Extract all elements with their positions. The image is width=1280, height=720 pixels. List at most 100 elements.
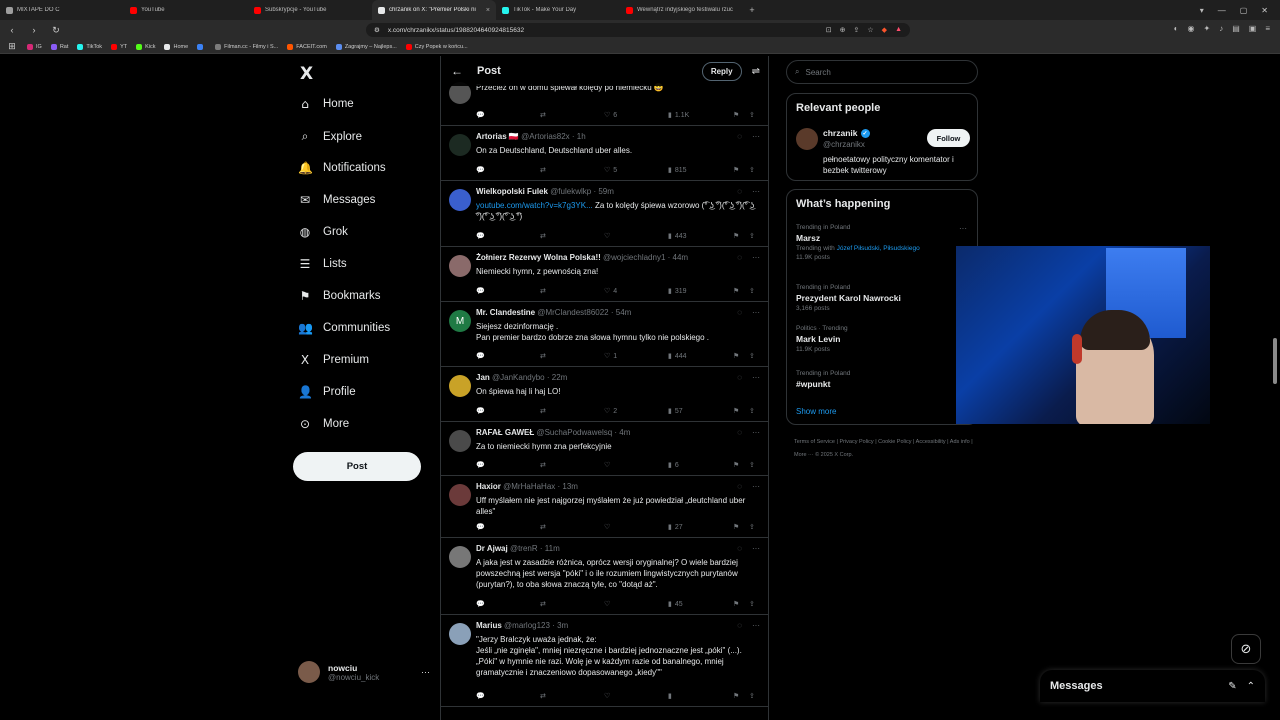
views-button[interactable]: ▮ 1.1K	[668, 111, 733, 119]
reply-button[interactable]: 💬	[476, 287, 540, 295]
reply-post[interactable]: Wielkopolski Fulek @fulekwlkp · 59m ◌ ··· y…	[441, 181, 768, 247]
nav-premium[interactable]: X Premium	[298, 353, 369, 367]
bookmark-item[interactable]: YT	[111, 43, 127, 50]
reply-author-name[interactable]: Żołnierz Rezerwy Wolna Polska!!	[476, 253, 601, 262]
extension-icon[interactable]: ◐	[1174, 24, 1179, 33]
retweet-button[interactable]: ⇄	[540, 232, 604, 240]
messages-drawer[interactable]: Messages ✎ ⌃	[1040, 670, 1265, 702]
share-icon[interactable]: ⇪	[749, 232, 755, 240]
trend-item[interactable]: Trending in Poland #wpunkt	[796, 370, 971, 389]
search-input[interactable]: Search	[805, 68, 830, 77]
close-icon[interactable]: ×	[486, 7, 490, 14]
reply-author-name[interactable]: Jan	[476, 373, 490, 382]
reply-author-name[interactable]: Wielkopolski Fulek	[476, 187, 548, 196]
translate-icon[interactable]: ⊡	[826, 26, 832, 34]
nav-explore[interactable]: ⌕ Explore	[298, 129, 362, 144]
reply-author-name[interactable]: Mr. Clandestine	[476, 308, 535, 317]
more-dots-icon[interactable]: ···	[752, 308, 760, 317]
reply-post[interactable]: Żołnierz Rezerwy Wolna Polska!! @wojciec…	[441, 247, 768, 302]
reload-icon[interactable]: ↻	[50, 25, 62, 36]
more-dots-icon[interactable]: ···	[959, 224, 967, 233]
bookmark-item[interactable]: Rat	[50, 43, 68, 50]
grok-icon[interactable]: ◌	[737, 187, 742, 196]
address-bar[interactable]: ⚙ x.com/chrzanikx/status/198820464092481…	[366, 23, 910, 37]
browser-tab[interactable]: MIXTAPE DO C	[0, 0, 124, 20]
like-button[interactable]: ♡ 1	[604, 352, 668, 360]
bookmark-icon[interactable]: ⚑	[733, 600, 749, 608]
reply-timestamp[interactable]: · 1h	[572, 132, 586, 141]
new-tab-icon[interactable]: +	[744, 5, 760, 15]
footer-links[interactable]: Terms of Service | Privacy Policy | Cook…	[794, 436, 984, 462]
tab-list-icon[interactable]: ▾	[1200, 6, 1204, 15]
more-dots-icon[interactable]: ···	[752, 373, 760, 382]
like-button[interactable]: ♡ 4	[604, 287, 668, 295]
trend-item[interactable]: Politics · Trending Mark Levin 11.9K posts	[796, 325, 971, 353]
nav-notifications[interactable]: 🔔 Notifications	[298, 161, 386, 175]
reply-button[interactable]: 💬	[476, 600, 540, 608]
views-button[interactable]: ▮ 319	[668, 287, 733, 295]
views-button[interactable]: ▮ 443	[668, 232, 733, 240]
retweet-button[interactable]: ⇄	[540, 287, 604, 295]
retweet-button[interactable]: ⇄	[540, 600, 604, 608]
reply-timestamp[interactable]: · 13m	[558, 482, 578, 491]
reply-button[interactable]: Reply	[701, 61, 742, 81]
reply-author-name[interactable]: RAFAŁ GAWEŁ	[476, 428, 534, 437]
zoom-icon[interactable]: ⊕	[840, 26, 846, 34]
post-button[interactable]: Post	[293, 452, 421, 481]
reply-author-handle[interactable]: @marlog123	[504, 621, 550, 630]
share-icon[interactable]: ⇪	[749, 352, 755, 360]
avatar[interactable]	[796, 128, 818, 150]
reply-author-handle[interactable]: @SuchaPodwawelsq	[536, 428, 612, 437]
relevant-name[interactable]: chrzanik ✓	[823, 128, 870, 138]
reply-timestamp[interactable]: · 44m	[668, 253, 688, 262]
shield-icon[interactable]: ◆	[882, 26, 887, 34]
more-dots-icon[interactable]: ···	[421, 667, 430, 677]
grok-icon[interactable]: ◌	[737, 253, 742, 262]
reply-author-handle[interactable]: @MrClandest86022	[537, 308, 608, 317]
minimize-icon[interactable]: —	[1218, 6, 1226, 15]
retweet-button[interactable]: ⇄	[540, 692, 604, 700]
bookmark-icon[interactable]: ⚑	[733, 287, 749, 295]
more-dots-icon[interactable]: ···	[752, 544, 760, 553]
retweet-button[interactable]: ⇄	[540, 461, 604, 469]
bookmark-icon[interactable]: ⚑	[733, 692, 749, 700]
like-button[interactable]: ♡	[604, 232, 668, 240]
bookmark-icon[interactable]: ⚑	[733, 523, 749, 531]
reply-button[interactable]: 💬	[476, 166, 540, 174]
maximize-icon[interactable]: ▢	[1240, 6, 1248, 15]
chevron-up-icon[interactable]: ⌃	[1247, 681, 1255, 692]
reply-author-handle[interactable]: @JanKandybo	[492, 373, 545, 382]
share-icon[interactable]: ⇪	[749, 523, 755, 531]
reply-timestamp[interactable]: · 4m	[614, 428, 630, 437]
avatar[interactable]	[449, 484, 471, 506]
relevant-name-text[interactable]: chrzanik	[823, 128, 858, 138]
reply-button[interactable]: 💬	[476, 232, 540, 240]
bookmark-icon[interactable]: ⚑	[733, 407, 749, 415]
share-icon[interactable]: ⇪	[854, 26, 860, 34]
share-icon[interactable]: ⇪	[749, 166, 755, 174]
reply-post[interactable]: Artorias 🇵🇱 @Artorias82x · 1h ◌ ··· On za D…	[441, 126, 768, 181]
share-icon[interactable]: ⇪	[749, 461, 755, 469]
reply-author-name[interactable]: Marius	[476, 621, 502, 630]
bookmark-item[interactable]: IG	[27, 43, 42, 50]
bookmark-item[interactable]: Home	[164, 43, 188, 50]
browser-tab[interactable]: Wewnątrz indyjskiego festiwalu rzuc	[620, 0, 744, 20]
bookmark-item[interactable]: TikTok	[77, 43, 102, 50]
reply-button[interactable]: 💬	[476, 352, 540, 360]
retweet-button[interactable]: ⇄	[540, 166, 604, 174]
views-button[interactable]: ▮ 6	[668, 461, 733, 469]
avatar[interactable]: M	[449, 310, 471, 332]
more-dots-icon[interactable]: ···	[752, 428, 760, 437]
views-button[interactable]: ▮ 57	[668, 407, 733, 415]
page-scrollbar[interactable]	[1273, 338, 1277, 384]
bookmark-icon[interactable]: ⚑	[733, 166, 749, 174]
share-icon[interactable]: ⇪	[749, 692, 755, 700]
share-icon[interactable]: ⇪	[749, 111, 755, 119]
browser-tab[interactable]: Subskrypcje - YouTube	[248, 0, 372, 20]
avatar[interactable]	[449, 375, 471, 397]
extension-icon[interactable]: ◉	[1188, 24, 1195, 33]
trend-related-link[interactable]: Józef Piłsudski, Piłsudskiego	[837, 245, 920, 252]
views-button[interactable]: ▮ 444	[668, 352, 733, 360]
reply-link[interactable]: youtube.com/watch?v=k7g3YK...	[476, 201, 593, 210]
nav-grok[interactable]: ◍ Grok	[298, 225, 348, 239]
